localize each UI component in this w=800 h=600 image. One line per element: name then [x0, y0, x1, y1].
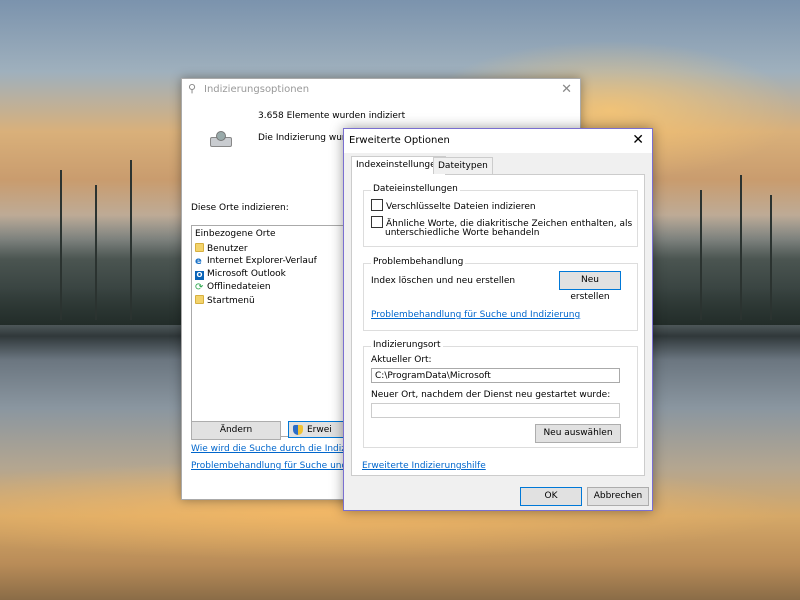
- included-locations-list[interactable]: Einbezogene Orte Benutzer e Internet Expl…: [191, 225, 353, 437]
- index-location-title: Indizierungsort: [371, 340, 443, 350]
- encrypted-label: Verschlüsselte Dateien indizieren: [386, 202, 536, 212]
- outlook-icon: O: [195, 271, 204, 280]
- list-item[interactable]: Benutzer: [195, 243, 248, 255]
- troubleshooting-title: Problembehandlung: [371, 257, 466, 267]
- advanced-options-dialog: Erweiterte Optionen ✕ Dateieinstellungen…: [343, 128, 653, 511]
- locations-header: Einbezogene Orte: [195, 229, 276, 239]
- locations-label: Diese Orte indizieren:: [191, 203, 289, 213]
- close-icon[interactable]: ✕: [561, 82, 572, 97]
- advanced-dialog-title: Erweiterte Optionen: [349, 135, 450, 146]
- troubleshooting-group: Problembehandlung Index löschen und neu …: [363, 257, 638, 331]
- advanced-button[interactable]: Erwei: [288, 421, 348, 438]
- troubleshoot-search-link[interactable]: Problembehandlung für Suche und Indizier…: [371, 310, 580, 320]
- hard-drive-icon: [210, 131, 232, 147]
- cancel-button[interactable]: Abbrechen: [587, 487, 649, 506]
- new-location-field[interactable]: [371, 403, 620, 418]
- file-settings-group: Dateieinstellungen Verschlüsselte Dateie…: [363, 184, 638, 247]
- encrypted-checkbox[interactable]: [371, 199, 383, 211]
- rebuild-label: Index löschen und neu erstellen: [371, 276, 516, 286]
- list-item[interactable]: e Internet Explorer-Verlauf: [195, 256, 317, 268]
- ok-button[interactable]: OK: [520, 487, 582, 506]
- index-settings-panel: Dateieinstellungen Verschlüsselte Dateie…: [351, 174, 645, 476]
- select-new-button[interactable]: Neu auswählen: [535, 424, 621, 443]
- list-item[interactable]: ⟳ Offlinedateien: [195, 282, 271, 294]
- list-item[interactable]: Startmenü: [195, 295, 255, 307]
- tree-trunk: [770, 195, 772, 320]
- list-item[interactable]: O Microsoft Outlook: [195, 269, 286, 281]
- current-location-label: Aktueller Ort:: [371, 355, 432, 365]
- folder-icon: [195, 295, 204, 304]
- advanced-help-link[interactable]: Erweiterte Indizierungshilfe: [362, 461, 486, 471]
- tree-trunk: [700, 190, 702, 320]
- folder-icon: [195, 243, 204, 252]
- indexing-status: Die Indizierung wurde: [258, 133, 357, 143]
- modify-button[interactable]: Ändern: [191, 421, 281, 440]
- current-location-field: C:\ProgramData\Microsoft: [371, 368, 620, 383]
- diacritics-label-line2: unterschiedliche Worte behandeln: [385, 228, 540, 238]
- advanced-dialog-titlebar[interactable]: Erweiterte Optionen ✕: [344, 129, 652, 153]
- tree-trunk: [95, 185, 97, 320]
- tree-trunk: [60, 170, 62, 320]
- index-location-group: Indizierungsort Aktueller Ort: C:\Progra…: [363, 340, 638, 448]
- new-location-label: Neuer Ort, nachdem der Dienst neu gestar…: [371, 390, 611, 400]
- close-icon[interactable]: ✕: [632, 132, 644, 148]
- tab-file-types[interactable]: Dateitypen: [433, 157, 493, 174]
- file-settings-title: Dateieinstellungen: [371, 184, 460, 194]
- tree-trunk: [130, 160, 132, 320]
- tree-trunk: [740, 175, 742, 320]
- magnifier-icon: ⚲: [188, 82, 197, 95]
- indexing-window-titlebar[interactable]: ⚲ Indizierungsoptionen ✕: [182, 79, 580, 101]
- encrypted-checkbox-row[interactable]: Verschlüsselte Dateien indizieren: [371, 199, 536, 212]
- indexed-count: 3.658 Elemente wurden indiziert: [258, 111, 406, 121]
- diacritics-checkbox[interactable]: [371, 216, 383, 228]
- rebuild-button[interactable]: Neu erstellen: [559, 271, 621, 302]
- shield-icon: [293, 425, 303, 435]
- sync-icon: ⟳: [195, 282, 204, 293]
- indexing-window-title: Indizierungsoptionen: [204, 84, 310, 95]
- internet-explorer-icon: e: [195, 256, 202, 267]
